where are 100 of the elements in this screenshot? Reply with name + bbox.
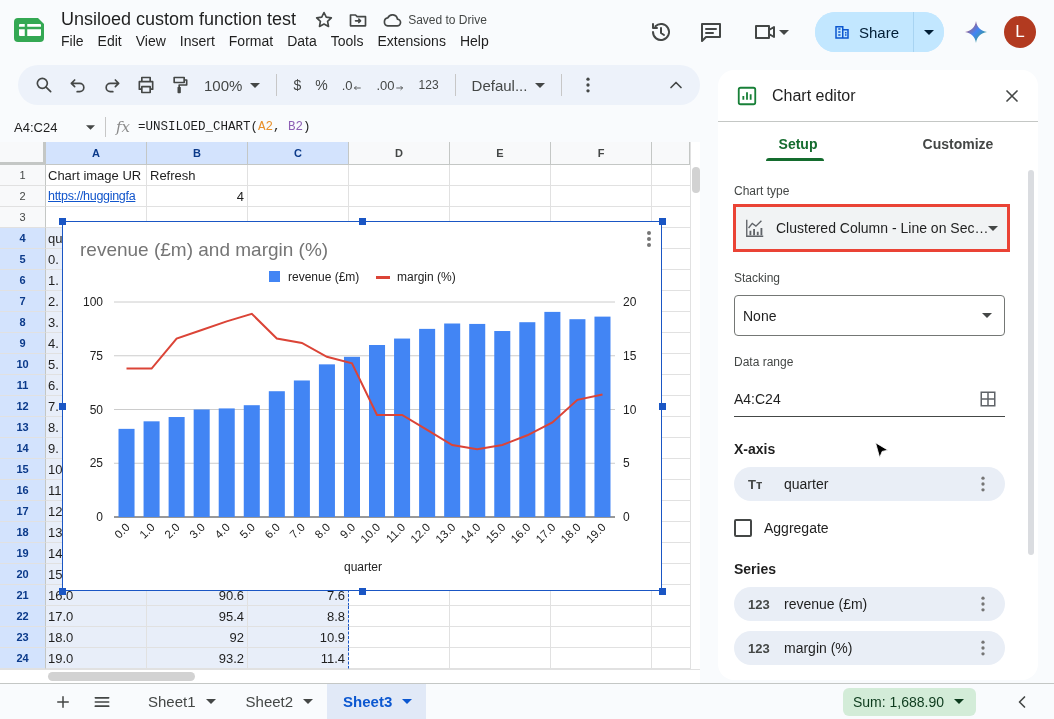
table-cell: Chart image UR: [46, 165, 147, 186]
caret-icon[interactable]: [86, 124, 95, 130]
caret-icon[interactable]: [778, 29, 789, 35]
increase-decimals-button[interactable]: .00: [376, 77, 405, 93]
name-box[interactable]: A4:C24: [14, 119, 66, 135]
row-header[interactable]: 23: [0, 627, 46, 648]
caret-icon: [205, 699, 216, 704]
search-icon[interactable]: [34, 75, 54, 95]
row-header[interactable]: 8: [0, 312, 46, 333]
row-header[interactable]: 22: [0, 606, 46, 627]
data-range-field[interactable]: A4:C24: [734, 383, 1005, 417]
menu-item[interactable]: Help: [452, 33, 496, 49]
row-header[interactable]: 15: [0, 459, 46, 480]
scrollbar-thumb[interactable]: [48, 672, 195, 681]
building-icon: [832, 23, 851, 41]
table-cell: 17.0: [46, 606, 147, 627]
menu-item[interactable]: Insert: [172, 33, 222, 49]
sparkle-icon[interactable]: [964, 20, 988, 44]
stacking-dropdown[interactable]: None: [734, 295, 1005, 336]
row-header[interactable]: 10: [0, 354, 46, 375]
resize-handle[interactable]: [659, 588, 666, 595]
menu-item[interactable]: Format: [221, 33, 281, 49]
resize-handle[interactable]: [659, 403, 666, 410]
sum-button[interactable]: Sum: 1,688.90: [842, 687, 976, 716]
text-type-label: Tт: [748, 476, 764, 492]
more-icon[interactable]: [647, 231, 651, 247]
row-header[interactable]: 19: [0, 543, 46, 564]
paint-roller-icon[interactable]: [170, 75, 190, 95]
grid-icon[interactable]: [979, 389, 997, 408]
row-header[interactable]: 13: [0, 417, 46, 438]
row-header[interactable]: 2: [0, 186, 46, 207]
section-heading: X-axis: [734, 441, 776, 457]
column-header[interactable]: F: [551, 142, 652, 165]
column-header[interactable]: A: [46, 142, 147, 165]
formula-field[interactable]: =UNSILOED_CHART(A2, B2): [138, 120, 311, 134]
menu-item[interactable]: Extensions: [370, 33, 453, 49]
row-header[interactable]: 18: [0, 522, 46, 543]
comment-icon[interactable]: [698, 20, 723, 44]
column-header[interactable]: D: [349, 142, 450, 165]
currency-button[interactable]: $: [293, 77, 302, 93]
row-header[interactable]: 9: [0, 333, 46, 354]
row-header[interactable]: 20: [0, 564, 46, 585]
row-header[interactable]: 12: [0, 396, 46, 417]
link[interactable]: https://huggingfa: [46, 186, 147, 207]
panel-title: Chart editor: [772, 86, 856, 105]
table-cell: 19.0: [46, 648, 147, 669]
column-header[interactable]: C: [248, 142, 349, 165]
field-chip[interactable]: Tт quarter: [734, 467, 1005, 501]
menu-item[interactable]: Edit: [90, 33, 129, 49]
resize-handle[interactable]: [59, 403, 66, 410]
scrollbar-thumb[interactable]: [1028, 170, 1034, 555]
number-format-button[interactable]: 123: [418, 78, 439, 92]
row-header[interactable]: 7: [0, 291, 46, 312]
row-header[interactable]: 16: [0, 480, 46, 501]
caret-icon: [988, 225, 999, 231]
row-header[interactable]: 3: [0, 207, 46, 228]
chart-type-dropdown[interactable]: Clustered Column - Line on Sec…: [733, 204, 1010, 252]
row-header[interactable]: 24: [0, 648, 46, 669]
print-icon[interactable]: [136, 75, 156, 95]
row-header[interactable]: 11: [0, 375, 46, 396]
menu-item[interactable]: Tools: [323, 33, 371, 49]
table-cell: 92: [147, 627, 248, 648]
caret-icon: [250, 82, 261, 88]
resize-handle[interactable]: [359, 588, 366, 595]
resize-handle[interactable]: [359, 218, 366, 225]
field-chip[interactable]: 123 margin (%): [734, 631, 1005, 665]
resize-handle[interactable]: [59, 218, 66, 225]
font-dropdown[interactable]: Defaul...: [471, 76, 546, 94]
row-header[interactable]: 1: [0, 165, 46, 186]
checkbox-label: Aggregate: [764, 520, 829, 536]
table-cell: Refresh: [147, 165, 248, 186]
column-header[interactable]: B: [147, 142, 248, 165]
row-header[interactable]: 5: [0, 249, 46, 270]
sheet-tab[interactable]: Sheet3: [327, 684, 427, 719]
scrollbar-thumb[interactable]: [692, 167, 700, 193]
resize-handle[interactable]: [659, 218, 666, 225]
row-header[interactable]: 6: [0, 270, 46, 291]
decrease-decimals-button[interactable]: .0: [341, 77, 363, 93]
table-cell: 18.0: [46, 627, 147, 648]
avatar[interactable]: L: [1004, 16, 1036, 48]
field-chip[interactable]: 123 revenue (£m): [734, 587, 1005, 621]
column-header[interactable]: E: [450, 142, 551, 165]
axis-tick-label: 5: [623, 456, 630, 471]
caret-icon: [924, 29, 934, 35]
percent-button[interactable]: %: [315, 77, 328, 93]
zoom-dropdown[interactable]: 100%: [204, 76, 261, 94]
menu-item[interactable]: Data: [280, 33, 324, 49]
row-header[interactable]: 21: [0, 585, 46, 606]
sheet-tab[interactable]: Sheet2: [229, 684, 328, 719]
row-header[interactable]: 14: [0, 438, 46, 459]
document-title[interactable]: Unsiloed custom function test: [61, 9, 297, 30]
star-icon[interactable]: [314, 9, 335, 30]
menu-item[interactable]: File: [61, 33, 91, 49]
share-button[interactable]: Share: [814, 12, 914, 52]
row-header[interactable]: 4: [0, 228, 46, 249]
checkbox[interactable]: [734, 519, 752, 537]
menu-item[interactable]: View: [128, 33, 173, 49]
row-header[interactable]: 17: [0, 501, 46, 522]
sheet-tab[interactable]: Sheet1: [132, 684, 230, 719]
axis-tick-label: 10: [623, 402, 637, 417]
